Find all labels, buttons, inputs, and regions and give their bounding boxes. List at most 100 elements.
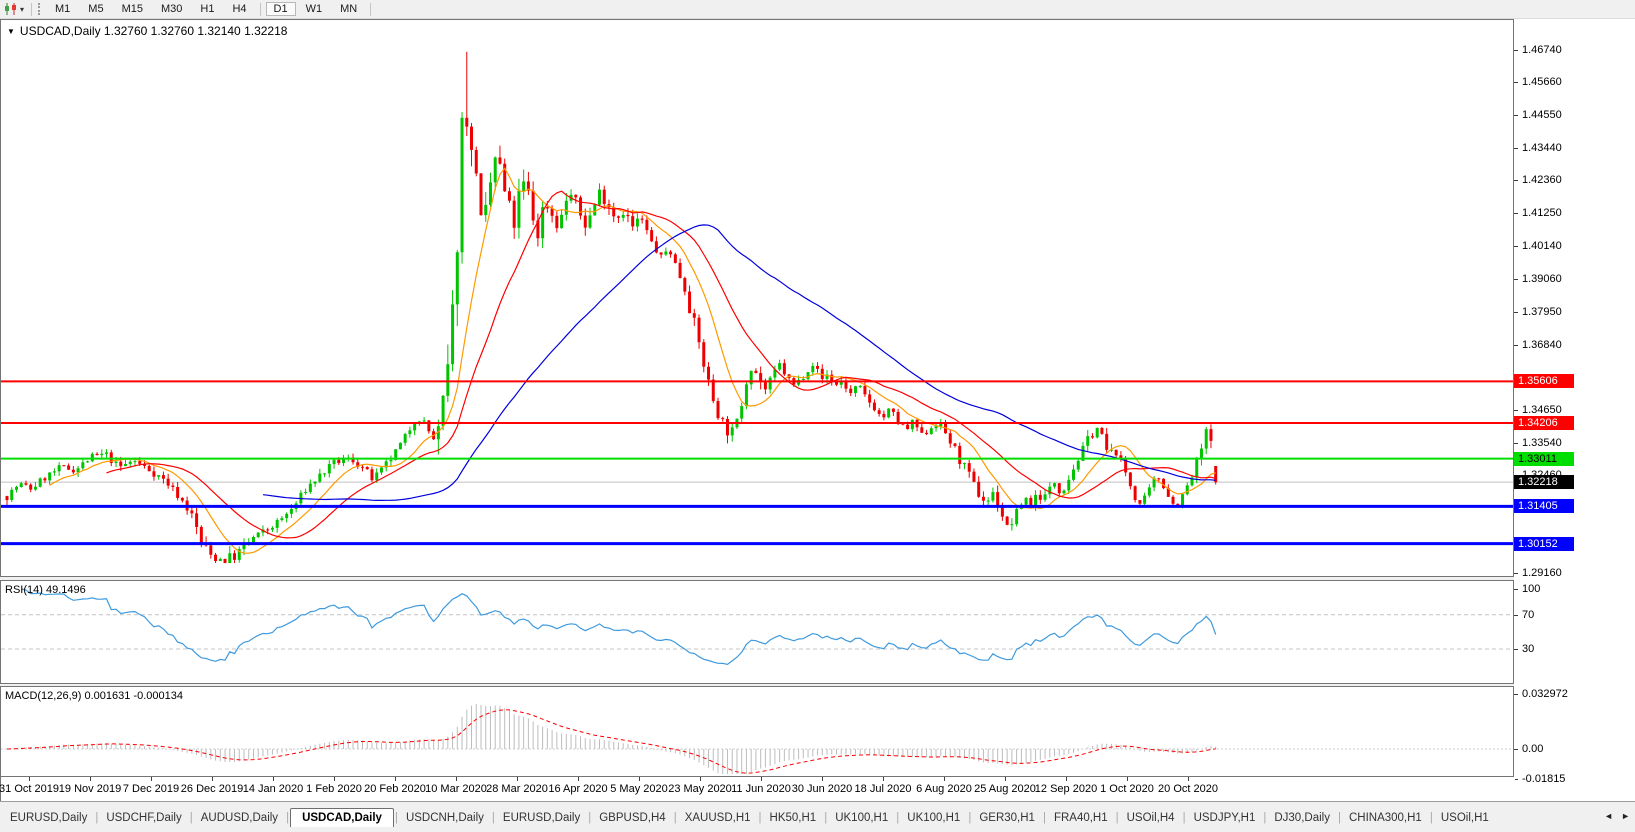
date-label: 16 Apr 2020 <box>548 783 608 795</box>
price-axis-label: 1.45660 <box>1522 76 1562 89</box>
macd-panel: MACD(12,26,9) 0.001631 -0.000134 <box>0 686 1514 777</box>
price-axis-tickmark <box>1514 344 1518 346</box>
chart-tab-china300-h1[interactable]: CHINA300,H1 <box>1342 808 1429 827</box>
date-label: 6 Aug 2020 <box>916 783 972 795</box>
chart-type-icon[interactable] <box>2 2 20 16</box>
macd-chart[interactable] <box>1 687 1513 776</box>
price-axis-label: 1.29160 <box>1522 567 1562 580</box>
timeframe-button-h4[interactable]: H4 <box>224 2 254 16</box>
chart-tab-usdcad-daily[interactable]: USDCAD,Daily <box>290 808 394 827</box>
chart-tab-uk100-h1[interactable]: UK100,H1 <box>828 808 895 827</box>
chart-tab-audusd-daily[interactable]: AUDUSD,Daily <box>194 808 285 827</box>
date-label: 11 Jun 2020 <box>731 783 791 795</box>
chart-tab-usoil-h1[interactable]: USOil,H1 <box>1434 808 1496 827</box>
macd-axis-label: -0.01815 <box>1522 773 1566 786</box>
horizontal-lines-layer <box>1 380 1513 546</box>
chart-tab-hk50-h1[interactable]: HK50,H1 <box>763 808 824 827</box>
date-label: 5 May 2020 <box>610 783 668 795</box>
chart-tab-gbpusd-h4[interactable]: GBPUSD,H4 <box>592 808 672 827</box>
timeframe-button-m1[interactable]: M1 <box>47 2 78 16</box>
timeframe-button-mn[interactable]: MN <box>332 2 365 16</box>
price-axis-tickmark <box>1514 180 1518 182</box>
date-tickmark <box>639 777 640 781</box>
date-tickmark <box>578 777 579 781</box>
candlestick-chart[interactable] <box>1 20 1513 576</box>
date-tickmark <box>761 777 762 781</box>
chart-tab-ger30-h1[interactable]: GER30,H1 <box>972 808 1042 827</box>
date-label: 20 Oct 2020 <box>1158 783 1218 795</box>
date-label: 25 Aug 2020 <box>974 783 1036 795</box>
macd-axis-label: 0.00 <box>1522 743 1544 755</box>
date-label: 18 Jul 2020 <box>854 783 912 795</box>
chart-tab-usdchf-daily[interactable]: USDCHF,Daily <box>99 808 188 827</box>
timeframe-button-m15[interactable]: M15 <box>114 2 151 16</box>
chart-tab-uk100-h1[interactable]: UK100,H1 <box>900 808 967 827</box>
chart-title-text: USDCAD,Daily 1.32760 1.32760 1.32140 1.3… <box>19 24 288 38</box>
mt4-window: ▾ M1 M5 M15 M30 H1 H4 D1 W1 MN ▼ USDCAD,Daily 1.3… <box>0 0 1635 832</box>
rsi-label: RSI(14) 49.1496 <box>5 584 86 596</box>
date-tickmark <box>212 777 213 781</box>
toolbar-drag-grip[interactable] <box>38 3 41 15</box>
rsi-panel: RSI(14) 49.1496 <box>0 580 1514 684</box>
price-axis-label: 1.46740 <box>1522 44 1562 56</box>
date-tickmark <box>944 777 945 781</box>
date-tickmark <box>517 777 518 781</box>
timeframe-button-group: M1 M5 M15 M30 H1 H4 D1 W1 MN <box>46 2 375 16</box>
candlestick-icon-glyph <box>5 3 16 15</box>
rsi-axis-label: 30 <box>1522 642 1535 655</box>
price-axis-tickmark <box>1514 213 1518 215</box>
chart-tab-eurusd-daily[interactable]: EURUSD,Daily <box>3 808 94 827</box>
price-axis-tickmark <box>1514 115 1518 117</box>
price-axis-label: 1.34650 <box>1522 403 1562 416</box>
date-label: 19 Nov 2019 <box>58 783 122 795</box>
timeframe-button-h1[interactable]: H1 <box>192 2 222 16</box>
chart-menu-caret[interactable]: ▼ <box>7 27 15 36</box>
chart-tab-dj30-daily[interactable]: DJ30,Daily <box>1267 808 1337 827</box>
price-axis-label: 1.42360 <box>1522 174 1562 187</box>
macd-label: MACD(12,26,9) 0.001631 -0.000134 <box>5 690 183 702</box>
date-tickmark <box>1005 777 1006 781</box>
price-axis-tickmark <box>1514 82 1518 84</box>
rsi-chart[interactable] <box>1 581 1513 683</box>
price-axis-tickmark <box>1514 442 1518 444</box>
toolbar: ▾ M1 M5 M15 M30 H1 H4 D1 W1 MN <box>0 0 1635 19</box>
timeframe-button-d1[interactable]: D1 <box>265 2 296 16</box>
price-line-label-1.30152: 1.30152 <box>1514 536 1574 551</box>
date-tickmark <box>700 777 701 781</box>
date-label: 1 Feb 2020 <box>306 783 362 795</box>
timeframe-button-m30[interactable]: M30 <box>153 2 190 16</box>
chart-tab-fra40-h1[interactable]: FRA40,H1 <box>1047 808 1115 827</box>
tab-scroll-arrows: ◄ ► <box>1604 811 1630 821</box>
price-axis[interactable]: 1.46740 1.45660 1.44550 1.43440 1.42360 1.412… <box>1514 19 1635 801</box>
chart-tab-usoil-h4[interactable]: USOil,H4 <box>1120 808 1182 827</box>
price-axis-label: 1.43440 <box>1522 142 1562 155</box>
chart-tabs: EURUSD,Daily | USDCHF,Daily | AUDUSD,Daily | U… <box>0 802 1595 827</box>
date-label: 20 Feb 2020 <box>364 783 426 795</box>
chart-tab-usdjpy-h1[interactable]: USDJPY,H1 <box>1187 808 1263 827</box>
date-tickmark <box>822 777 823 781</box>
date-label: 10 Mar 2020 <box>425 783 487 795</box>
price-line-label-1.33011: 1.33011 <box>1514 451 1574 466</box>
chart-tab-usdcnh-daily[interactable]: USDCNH,Daily <box>399 808 491 827</box>
candles-layer <box>5 51 1218 564</box>
price-axis-label: 1.37950 <box>1522 305 1562 318</box>
price-axis-label: 1.39060 <box>1522 272 1562 285</box>
timeframe-button-w1[interactable]: W1 <box>298 2 331 16</box>
macd-axis-tickmark <box>1514 694 1518 696</box>
price-axis-label: 1.36840 <box>1522 338 1562 351</box>
date-label: 30 Jun 2020 <box>791 783 853 795</box>
tab-scroll-left-icon[interactable]: ◄ <box>1604 811 1613 821</box>
tab-scroll-right-icon[interactable]: ► <box>1621 811 1630 821</box>
macd-signal-line <box>6 709 1216 774</box>
date-tickmark <box>29 777 30 781</box>
price-axis-tickmark <box>1514 311 1518 313</box>
timeframe-button-m5[interactable]: M5 <box>80 2 111 16</box>
chart-type-dropdown-caret[interactable]: ▾ <box>20 5 24 14</box>
rsi-axis-tickmark <box>1514 648 1518 650</box>
chart-tab-bar: EURUSD,Daily | USDCHF,Daily | AUDUSD,Daily | U… <box>0 801 1635 832</box>
time-axis[interactable]: 31 Oct 2019 19 Nov 2019 7 Dec 2019 26 Dec 2… <box>0 777 1515 801</box>
date-label: 28 Mar 2020 <box>486 783 548 795</box>
chart-tab-xauusd-h1[interactable]: XAUUSD,H1 <box>678 808 758 827</box>
date-label: 31 Oct 2019 <box>0 783 59 795</box>
chart-tab-eurusd-daily[interactable]: EURUSD,Daily <box>496 808 587 827</box>
